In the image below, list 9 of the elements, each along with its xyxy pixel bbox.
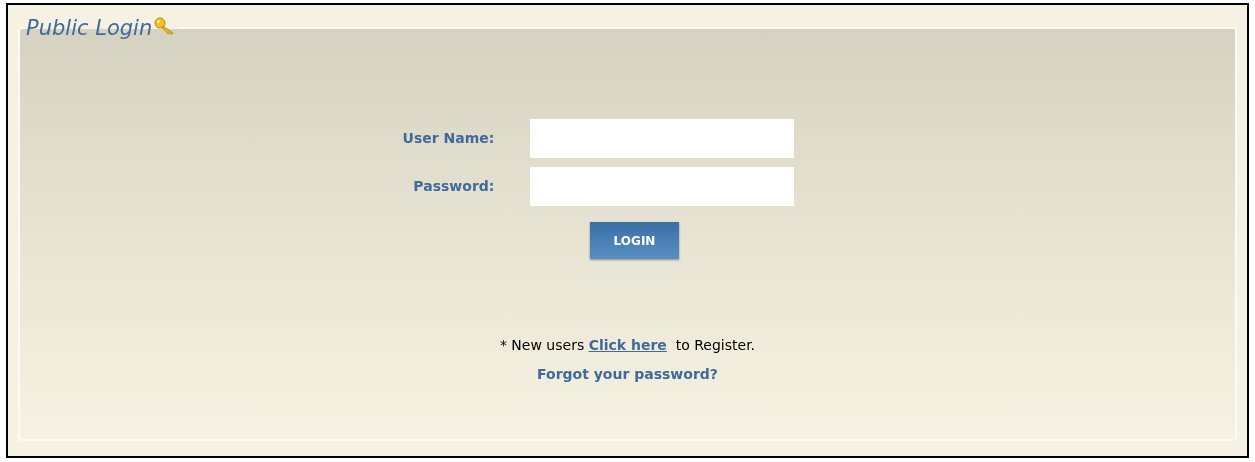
panel-title: Public Login	[26, 15, 153, 41]
login-button[interactable]: LOGIN	[590, 222, 679, 259]
text-field[interactable]	[530, 119, 795, 158]
forgot-password-link[interactable]: Forgot your password?	[537, 364, 718, 385]
register-note: * New users Click here to Register.	[499, 336, 756, 355]
text-field[interactable]	[530, 167, 795, 206]
field-label: User Name:	[402, 129, 495, 148]
field-label: Password:	[412, 177, 495, 196]
register-link[interactable]: Click here	[588, 337, 667, 353]
